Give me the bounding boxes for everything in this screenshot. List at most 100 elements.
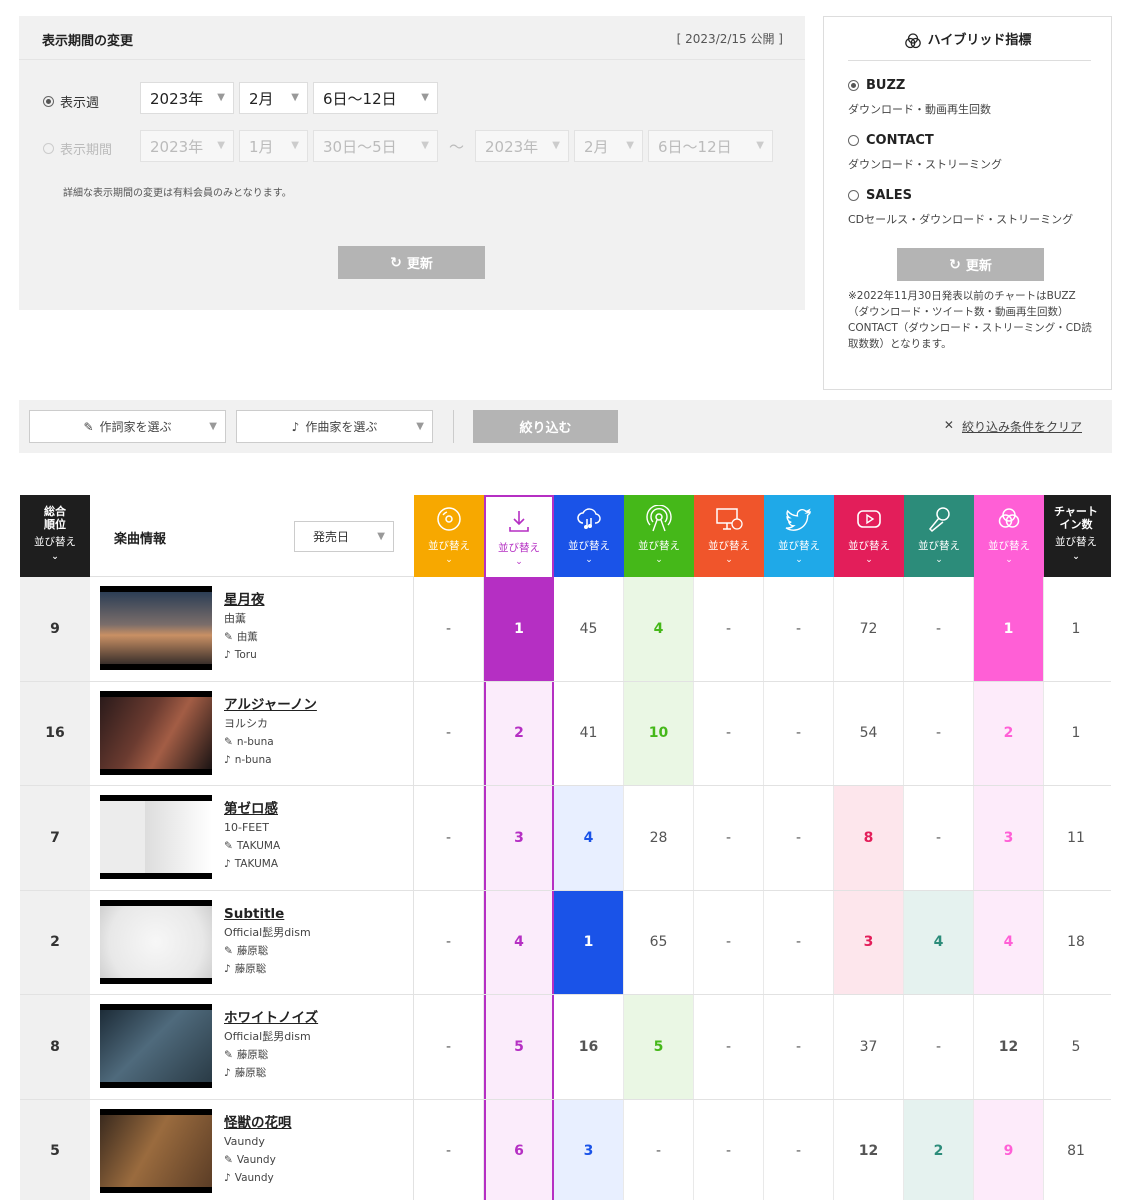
update-label: 更新 (406, 257, 433, 272)
clear-filter-link[interactable]: ✕ 絞り込み条件をクリア (944, 418, 1082, 435)
karaoke-icon (928, 507, 950, 533)
artist-name: ヨルシカ (224, 716, 268, 730)
chartin-count-cell: 11 (1067, 829, 1085, 846)
youtube-sort-header[interactable]: 並び替え ⌄ (834, 495, 904, 577)
chevron-down-icon: ⌄ (1072, 552, 1080, 562)
period-update-button[interactable]: ↻ 更新 (338, 246, 485, 279)
hybrid-option-sales[interactable]: SALES (848, 188, 912, 203)
divider (19, 59, 805, 60)
cd-sales-sort-header[interactable]: 並び替え ⌄ (414, 495, 484, 577)
range-label: 表示期間 (60, 143, 113, 158)
song-info-cell: 星月夜 由薫 ✎ 由薫 ♪ Toru (90, 577, 414, 681)
sort-label: 並び替え (778, 540, 820, 552)
lyricist-name: n-buna (236, 735, 274, 748)
hybrid-sort-header[interactable]: 並び替え ⌄ (974, 495, 1044, 577)
cd-sales-rank-cell: - (414, 995, 484, 1099)
range-radio[interactable]: 表示期間 (43, 139, 112, 158)
song-title-link[interactable]: アルジャーノン (224, 695, 317, 715)
song-thumbnail[interactable] (100, 1108, 212, 1193)
song-title-link[interactable]: 第ゼロ感 (224, 799, 280, 819)
karaoke-rank-cell: - (904, 995, 974, 1099)
song-thumbnail[interactable] (100, 1004, 212, 1088)
song-thumbnail[interactable] (100, 899, 212, 984)
divider (848, 60, 1091, 61)
song-title-link[interactable]: 星月夜 (224, 590, 265, 610)
rank-sort-header[interactable]: 総合順位 並び替え ⌄ (20, 495, 90, 577)
release-date-select[interactable]: 発売日 (294, 521, 394, 552)
chevron-down-icon: ⌄ (445, 555, 453, 565)
twitter-rank-cell: - (764, 681, 834, 785)
rank-cell: 2 (20, 890, 90, 994)
option-label: CONTACT (866, 133, 934, 148)
lyricist-name: Vaundy (236, 1153, 276, 1166)
to-month-select[interactable]: 2月 (574, 130, 643, 162)
week-year-select[interactable]: 2023年 (140, 82, 234, 114)
artist-name: 10-FEET (224, 821, 269, 834)
chevron-down-icon: ⌄ (725, 555, 733, 565)
chartin-sort-header[interactable]: チャートイン数 並び替え ⌄ (1041, 495, 1111, 577)
hybrid-option-contact[interactable]: CONTACT (848, 133, 934, 148)
song-thumbnail[interactable] (100, 586, 212, 670)
music-note-icon: ♪ (224, 1171, 231, 1184)
week-month-select[interactable]: 2月 (239, 82, 308, 114)
filter-apply-button[interactable]: 絞り込む (473, 410, 618, 443)
update-label: 更新 (965, 259, 992, 274)
streaming-sort-header[interactable]: 並び替え ⌄ (554, 495, 624, 577)
close-icon: ✕ (943, 418, 954, 432)
from-month-select[interactable]: 1月 (239, 130, 308, 162)
song-thumbnail[interactable] (100, 690, 212, 775)
from-day-select[interactable]: 30日〜5日 (313, 130, 438, 162)
song-info-cell: 第ゼロ感 10-FEET ✎ TAKUMA ♪ TAKUMA (90, 786, 414, 890)
karaoke-sort-header[interactable]: 並び替え ⌄ (904, 495, 974, 577)
radio-selected-icon (848, 80, 859, 91)
radio-sort-header[interactable]: 並び替え ⌄ (624, 495, 694, 577)
refresh-icon: ↻ (390, 254, 402, 271)
karaoke-rank-cell: - (904, 681, 974, 785)
table-row: 16 アルジャーノン ヨルシカ ✎ n-buna ♪ n-buna -2 41 10- -54-2 1 (20, 681, 1111, 786)
youtube-rank-cell: 37 (834, 995, 904, 1099)
week-range-select[interactable]: 6日〜12日 (313, 82, 438, 114)
sort-label: 並び替え (638, 540, 680, 552)
download-rank-cell: 2 (484, 681, 554, 785)
music-note-icon: ♪ (224, 1067, 231, 1079)
hybrid-option-buzz[interactable]: BUZZ (848, 78, 905, 93)
twitter-sort-header[interactable]: 並び替え ⌄ (764, 495, 834, 577)
lyricist: ✎ Vaundy (224, 1151, 292, 1169)
song-title-link[interactable]: ホワイトノイズ (224, 1008, 318, 1028)
lyricist-name: 藤原聡 (236, 1049, 269, 1061)
lyricist-select[interactable]: ✎ 作詞家を選ぶ (29, 410, 226, 443)
song-title-link[interactable]: Subtitle (224, 904, 311, 924)
hybrid-panel: ハイブリッド指標 BUZZ ダウンロード・動画再生回数 CONTACT ダウンロ… (823, 16, 1112, 390)
from-year-select[interactable]: 2023年 (140, 130, 234, 162)
composer-name: Vaundy (234, 1171, 274, 1184)
download-sort-header[interactable]: 並び替え ⌄ (484, 495, 554, 577)
chevron-down-icon: ⌄ (795, 555, 803, 565)
song-info-label: 楽曲情報 (114, 532, 167, 547)
sort-label: 並び替え (1055, 536, 1097, 548)
hybrid-rank-cell: 9 (974, 1099, 1044, 1200)
song-title-link[interactable]: 怪獣の花唄 (224, 1113, 292, 1133)
chartin-count-cell: 81 (1067, 1143, 1085, 1160)
pc-lookup-rank-cell: - (694, 681, 764, 785)
hybrid-update-button[interactable]: ↻ 更新 (897, 248, 1044, 281)
pc-lookup-rank-cell: - (694, 1099, 764, 1200)
lyricist-name: 藤原聡 (236, 944, 269, 957)
hybrid-rank-cell: 2 (974, 681, 1044, 785)
pc-lookup-sort-header[interactable]: 並び替え ⌄ (694, 495, 764, 577)
twitter-rank-cell: - (764, 1099, 834, 1200)
music-note-icon: ♪ (291, 419, 300, 434)
week-radio[interactable]: 表示週 (43, 92, 99, 111)
table-row: 9 星月夜 由薫 ✎ 由薫 ♪ Toru -1 45 4- -72-1 1 (20, 577, 1111, 682)
divider (453, 410, 454, 443)
to-day-select[interactable]: 6日〜12日 (648, 130, 773, 162)
option-desc: ダウンロード・ストリーミング (848, 158, 1002, 171)
composer-select[interactable]: ♪ 作曲家を選ぶ (236, 410, 433, 443)
hybrid-rank-cell: 4 (974, 890, 1044, 994)
cd-icon (437, 507, 461, 531)
youtube-rank-cell: 8 (834, 786, 904, 890)
to-year-select[interactable]: 2023年 (475, 130, 569, 162)
clear-filter-label: 絞り込み条件をクリア (961, 420, 1082, 434)
sort-label: 並び替え (918, 540, 960, 552)
rank-header-label: 総合順位 (44, 505, 66, 531)
song-thumbnail[interactable] (100, 795, 212, 879)
